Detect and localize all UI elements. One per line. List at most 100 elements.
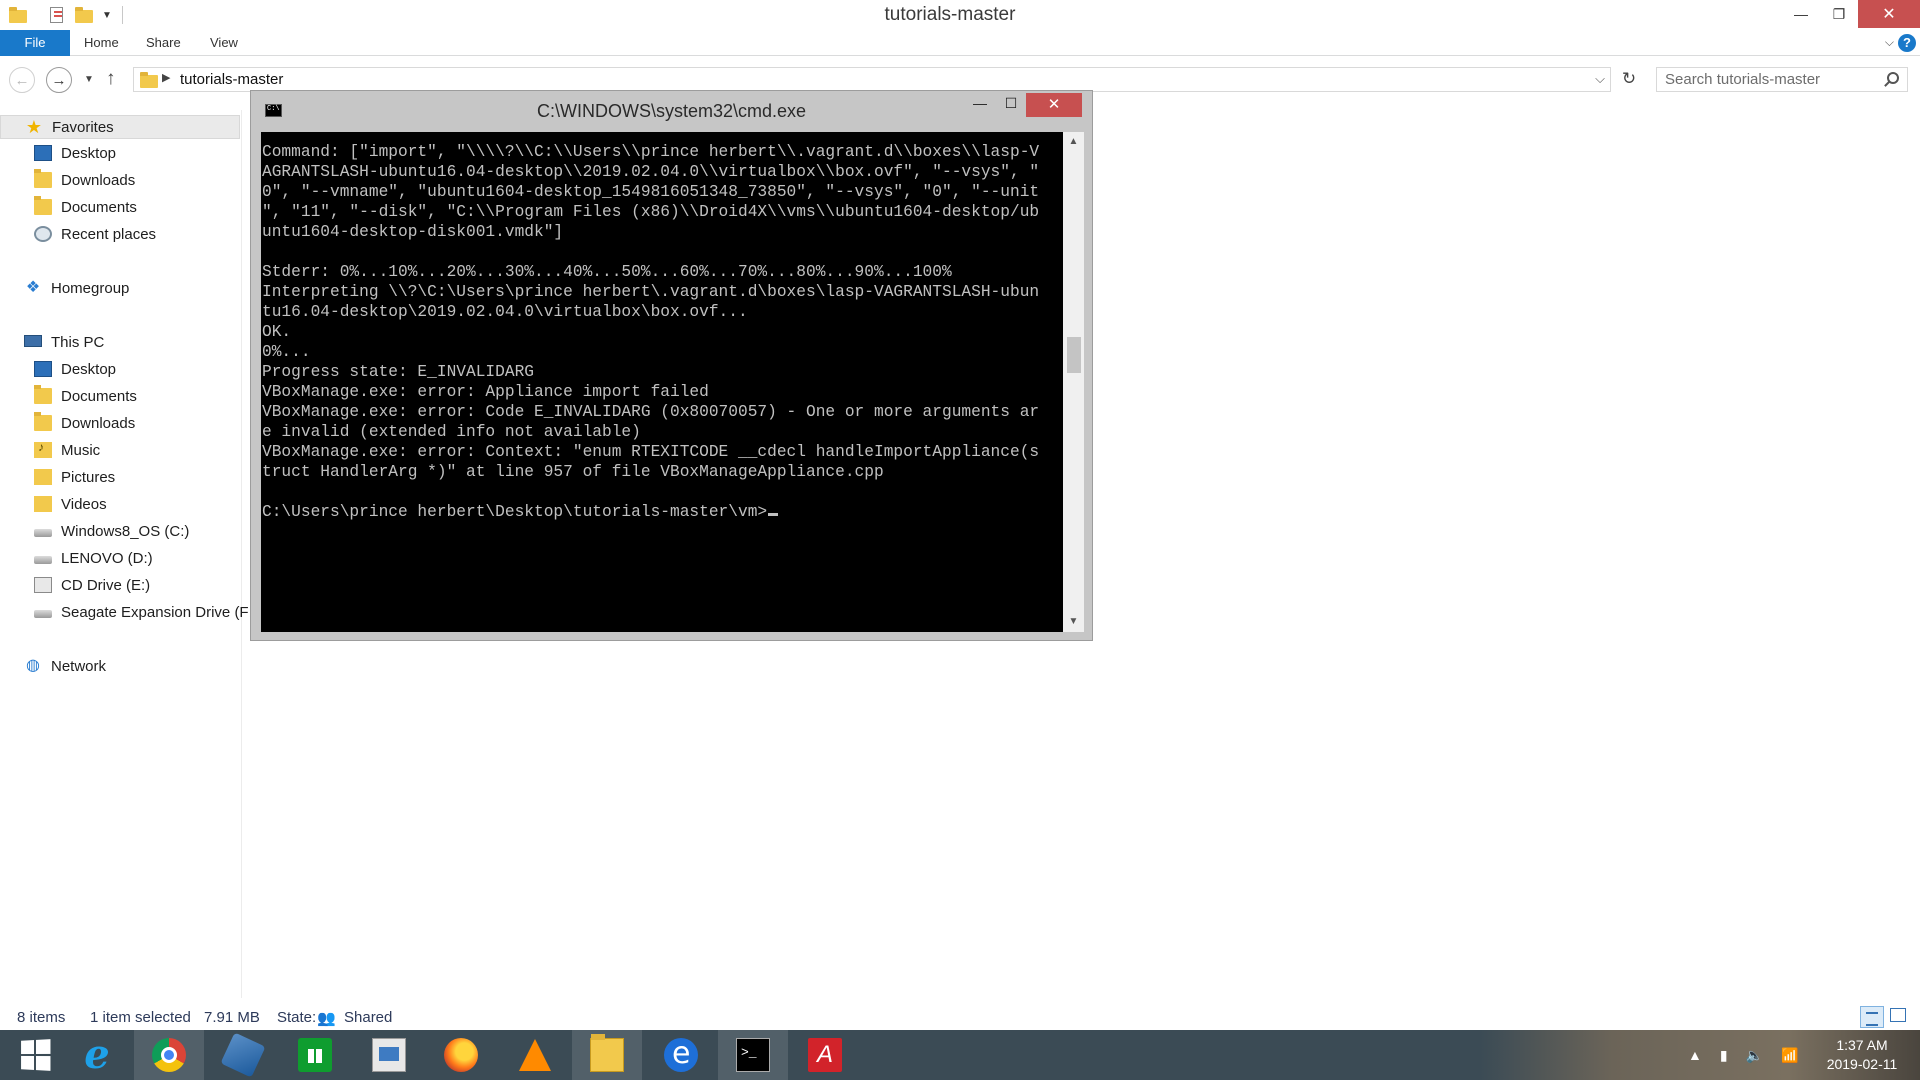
help-icon[interactable]: ? xyxy=(1898,34,1916,52)
cmd-minimize-button[interactable]: — xyxy=(967,95,993,119)
star-icon: ★ xyxy=(25,117,43,137)
nav-pc-videos[interactable]: Videos xyxy=(34,492,107,516)
documents-folder-icon xyxy=(34,385,52,404)
nav-drive-e[interactable]: CD Drive (E:) xyxy=(34,573,150,597)
taskbar-command-prompt[interactable] xyxy=(718,1030,788,1080)
nav-fav-downloads[interactable]: Downloads xyxy=(34,168,135,192)
nav-label: Seagate Expansion Drive (F: xyxy=(61,603,253,621)
console-line: C:\Users\prince herbert\Desktop\tutorial… xyxy=(262,502,1063,522)
console-line: AGRANTSLASH-ubuntu16.04-desktop\\2019.02… xyxy=(262,163,1040,181)
refresh-icon[interactable]: ↻ xyxy=(1616,69,1642,93)
nav-fav-recent-places[interactable]: Recent places xyxy=(34,222,156,246)
desktop-icon xyxy=(34,145,52,161)
expand-ribbon-icon[interactable]: ⌵ xyxy=(1885,35,1894,50)
volume-icon[interactable]: 🔈 xyxy=(1746,1047,1763,1064)
cmd-close-button[interactable]: ✕ xyxy=(1026,93,1082,117)
scroll-down-icon[interactable]: ▼ xyxy=(1063,612,1084,632)
network-signal-icon[interactable]: 📶 xyxy=(1781,1047,1798,1064)
window-controls: — ❐ ✕ xyxy=(1782,0,1920,28)
nav-fav-documents[interactable]: Documents xyxy=(34,195,137,219)
show-hidden-icons-icon[interactable]: ▲ xyxy=(1688,1047,1702,1063)
nav-label: Network xyxy=(51,657,107,675)
homegroup-icon: ❖ xyxy=(25,279,41,296)
details-view-button[interactable] xyxy=(1860,1006,1884,1028)
tab-share[interactable]: Share xyxy=(132,30,195,56)
close-button[interactable]: ✕ xyxy=(1858,0,1920,28)
tab-home[interactable]: Home xyxy=(70,30,133,56)
state-label: State: xyxy=(277,1009,317,1026)
tab-file[interactable]: File xyxy=(0,30,70,56)
address-bar[interactable]: ▶ tutorials-master ⌵ xyxy=(133,67,1611,92)
recent-locations-icon[interactable]: ▼ xyxy=(84,74,94,85)
window-title: tutorials-master xyxy=(884,4,1016,25)
selection-size: 7.91 MB xyxy=(204,1009,260,1026)
cmd-window[interactable]: C:\WINDOWS\system32\cmd.exe — ☐ ✕ Comman… xyxy=(250,90,1093,641)
console-line: e invalid (extended info not available) xyxy=(262,423,641,441)
nav-label: CD Drive (E:) xyxy=(61,576,151,594)
taskbar-store[interactable] xyxy=(280,1030,350,1080)
cmd-titlebar[interactable]: C:\WINDOWS\system32\cmd.exe — ☐ ✕ xyxy=(251,91,1092,129)
cmd-scrollbar[interactable]: ▲ ▼ xyxy=(1063,132,1084,632)
scroll-up-icon[interactable]: ▲ xyxy=(1063,132,1084,152)
taskbar-chrome[interactable] xyxy=(134,1030,204,1080)
firefox-icon xyxy=(444,1038,478,1072)
internet-explorer-icon: e xyxy=(84,1031,110,1078)
nav-label: Recent places xyxy=(61,225,157,243)
videos-folder-icon xyxy=(34,496,52,512)
documents-folder-icon xyxy=(34,196,52,215)
taskbar-document-viewer[interactable] xyxy=(354,1030,424,1080)
nav-this-pc[interactable]: This PC xyxy=(24,330,104,354)
ribbon: File Home Share View ⌵ ? xyxy=(0,30,1920,56)
taskbar-acrobat[interactable] xyxy=(790,1030,860,1080)
nav-label: Windows8_OS (C:) xyxy=(61,522,190,540)
clock[interactable]: 1:37 AM 2019-02-11 xyxy=(1812,1036,1912,1074)
nav-fav-desktop[interactable]: Desktop xyxy=(34,141,116,165)
nav-homegroup[interactable]: ❖ Homegroup xyxy=(24,276,130,300)
taskbar-firefox[interactable] xyxy=(426,1030,496,1080)
nav-drive-f[interactable]: Seagate Expansion Drive (F: xyxy=(34,600,253,624)
back-button[interactable]: ← xyxy=(9,67,35,93)
forward-button[interactable]: → xyxy=(46,67,72,93)
chevron-down-icon[interactable]: ⌵ xyxy=(1595,71,1605,87)
large-icons-view-button[interactable] xyxy=(1890,1008,1906,1022)
nav-pc-pictures[interactable]: Pictures xyxy=(34,465,115,489)
explorer-titlebar: ▼ tutorials-master — ❐ ✕ xyxy=(0,0,1920,30)
start-button[interactable] xyxy=(0,1030,70,1080)
restore-button[interactable]: ❐ xyxy=(1820,0,1858,28)
search-input[interactable] xyxy=(1665,71,1875,88)
tab-view[interactable]: View xyxy=(196,30,252,56)
nav-label: Homegroup xyxy=(51,279,130,297)
taskbar-virtualbox[interactable] xyxy=(208,1030,278,1080)
taskbar-internet-explorer[interactable]: e xyxy=(62,1030,132,1080)
taskbar-vlc[interactable] xyxy=(500,1030,570,1080)
cmd-maximize-button[interactable]: ☐ xyxy=(998,95,1024,119)
downloads-folder-icon xyxy=(34,412,52,431)
selection-count: 1 item selected xyxy=(90,1009,191,1026)
chevron-right-icon[interactable]: ▶ xyxy=(162,71,170,84)
nav-pc-desktop[interactable]: Desktop xyxy=(34,357,116,381)
nav-network[interactable]: ◍ Network xyxy=(24,654,106,678)
console-output[interactable]: Command: ["import", "\\\\?\\C:\\Users\\p… xyxy=(261,132,1063,632)
taskbar-edge[interactable] xyxy=(646,1030,716,1080)
nav-drive-d[interactable]: LENOVO (D:) xyxy=(34,546,153,570)
address-path[interactable]: tutorials-master xyxy=(180,71,283,88)
drive-icon xyxy=(34,556,52,564)
nav-pc-documents[interactable]: Documents xyxy=(34,384,137,408)
nav-label: Downloads xyxy=(61,414,136,432)
nav-favorites[interactable]: ★ Favorites xyxy=(0,115,240,139)
nav-pc-downloads[interactable]: Downloads xyxy=(34,411,135,435)
nav-pc-music[interactable]: Music xyxy=(34,438,100,462)
scroll-thumb[interactable] xyxy=(1067,337,1081,373)
nav-label: Videos xyxy=(61,495,107,513)
nav-label: Desktop xyxy=(61,144,117,162)
battery-icon[interactable]: ▮ xyxy=(1720,1047,1728,1064)
minimize-button[interactable]: — xyxy=(1782,0,1820,28)
nav-drive-c[interactable]: Windows8_OS (C:) xyxy=(34,519,189,543)
taskbar-file-explorer[interactable] xyxy=(572,1030,642,1080)
search-box[interactable] xyxy=(1656,67,1908,92)
up-arrow-icon[interactable]: ↑ xyxy=(106,68,116,90)
drive-icon xyxy=(34,529,52,537)
console-line: 0%... xyxy=(262,343,311,361)
search-icon[interactable] xyxy=(1887,72,1899,84)
